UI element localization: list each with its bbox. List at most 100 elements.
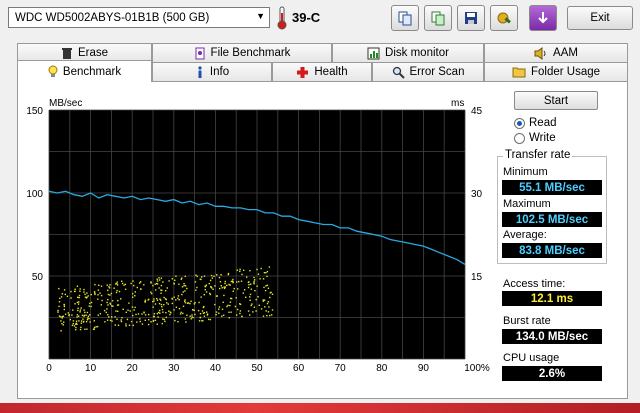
access-time-point: [111, 320, 113, 322]
access-time-point: [111, 305, 113, 307]
maximum-value: 102.5 MB/sec: [502, 212, 602, 227]
read-radio-dot[interactable]: [514, 117, 525, 129]
access-time-point: [150, 281, 152, 283]
access-time-point: [211, 287, 213, 289]
access-time-point: [267, 311, 270, 313]
access-time-point: [111, 300, 114, 302]
access-time-point: [93, 320, 95, 322]
access-time-point: [89, 314, 91, 316]
access-time-point: [180, 311, 182, 314]
access-time-point: [160, 299, 162, 301]
access-time-point: [128, 302, 130, 304]
access-time-point: [222, 301, 224, 303]
access-time-point: [165, 316, 167, 319]
access-time-point: [209, 279, 212, 282]
access-time-point: [215, 311, 218, 313]
access-time-point: [178, 308, 181, 310]
access-time-point: [83, 291, 85, 293]
access-time-point: [133, 309, 135, 311]
access-time-point: [130, 320, 133, 323]
access-time-point: [107, 289, 109, 292]
access-time-point: [100, 285, 103, 287]
folder-icon: [512, 67, 526, 78]
access-time-point: [156, 278, 158, 280]
access-time-point: [203, 305, 205, 308]
access-time-point: [193, 303, 196, 305]
access-time-point: [173, 282, 175, 284]
access-time-point: [232, 290, 234, 292]
access-time-point: [114, 316, 116, 318]
access-time-point: [57, 309, 59, 312]
access-time-point: [148, 313, 150, 316]
access-time-point: [61, 322, 63, 325]
access-time-point: [218, 276, 221, 279]
access-time-point: [160, 292, 162, 294]
access-time-point: [263, 286, 265, 289]
access-time-point: [57, 311, 59, 313]
access-time-point: [161, 306, 163, 308]
access-time-point: [130, 282, 132, 285]
access-time-point: [106, 319, 109, 321]
access-time-point: [228, 317, 230, 319]
access-time-point: [136, 286, 138, 289]
access-time-point: [64, 293, 66, 296]
access-time-point: [87, 295, 89, 297]
tab-aam[interactable]: AAM: [484, 43, 628, 62]
access-time-point: [152, 284, 154, 287]
access-time-point: [132, 296, 134, 298]
access-time-point: [96, 325, 99, 328]
write-radio-dot[interactable]: [514, 132, 525, 144]
access-time-point: [267, 287, 270, 289]
access-time-point: [262, 299, 264, 301]
access-time-point: [116, 318, 118, 320]
access-time-point: [108, 316, 110, 318]
access-time-point: [191, 316, 193, 318]
access-time-point: [228, 311, 230, 313]
access-time-point: [83, 288, 85, 291]
access-time-point: [221, 308, 224, 310]
access-time-point: [93, 326, 96, 329]
access-time-point: [208, 318, 210, 321]
x-tick-label: 0: [46, 363, 52, 374]
access-time-point: [116, 282, 118, 285]
access-time-point: [229, 304, 231, 307]
tab-folder-usage[interactable]: Folder Usage: [484, 62, 628, 81]
access-time-point: [154, 303, 157, 305]
access-time-point: [70, 297, 72, 299]
access-time-point: [79, 311, 81, 313]
access-time-point: [147, 323, 150, 326]
background-strip: [0, 403, 640, 413]
access-time-point: [198, 320, 201, 322]
access-time-point: [229, 284, 231, 286]
access-time-point: [153, 298, 155, 300]
access-time-point: [97, 298, 99, 300]
access-time-point: [62, 324, 64, 326]
access-time-point: [241, 315, 243, 318]
start-button[interactable]: Start: [514, 91, 598, 110]
access-time-point: [162, 311, 164, 313]
exit-button[interactable]: Exit: [567, 6, 633, 30]
access-time-point: [156, 280, 159, 282]
access-time-point: [195, 289, 197, 291]
read-radio[interactable]: Read: [514, 117, 557, 129]
speaker-icon: [534, 46, 546, 60]
access-time-point: [163, 318, 165, 321]
x-tick-label: 30: [168, 363, 180, 374]
access-time-point: [79, 309, 82, 311]
access-time-point: [144, 299, 147, 301]
access-time-point: [175, 275, 177, 277]
access-time-point: [211, 277, 213, 279]
access-time-point: [85, 321, 88, 323]
download-button[interactable]: [529, 5, 557, 31]
write-radio[interactable]: Write: [514, 132, 556, 144]
access-time-point: [139, 282, 141, 284]
access-time-point: [184, 285, 187, 287]
minimum-value: 55.1 MB/sec: [502, 180, 602, 195]
access-time-point: [266, 270, 269, 273]
access-time-point: [76, 314, 79, 316]
access-time-point: [106, 301, 108, 304]
access-time-point: [182, 305, 185, 307]
access-time-point: [87, 317, 89, 319]
access-time-point: [58, 301, 61, 303]
access-time-point: [212, 288, 214, 290]
